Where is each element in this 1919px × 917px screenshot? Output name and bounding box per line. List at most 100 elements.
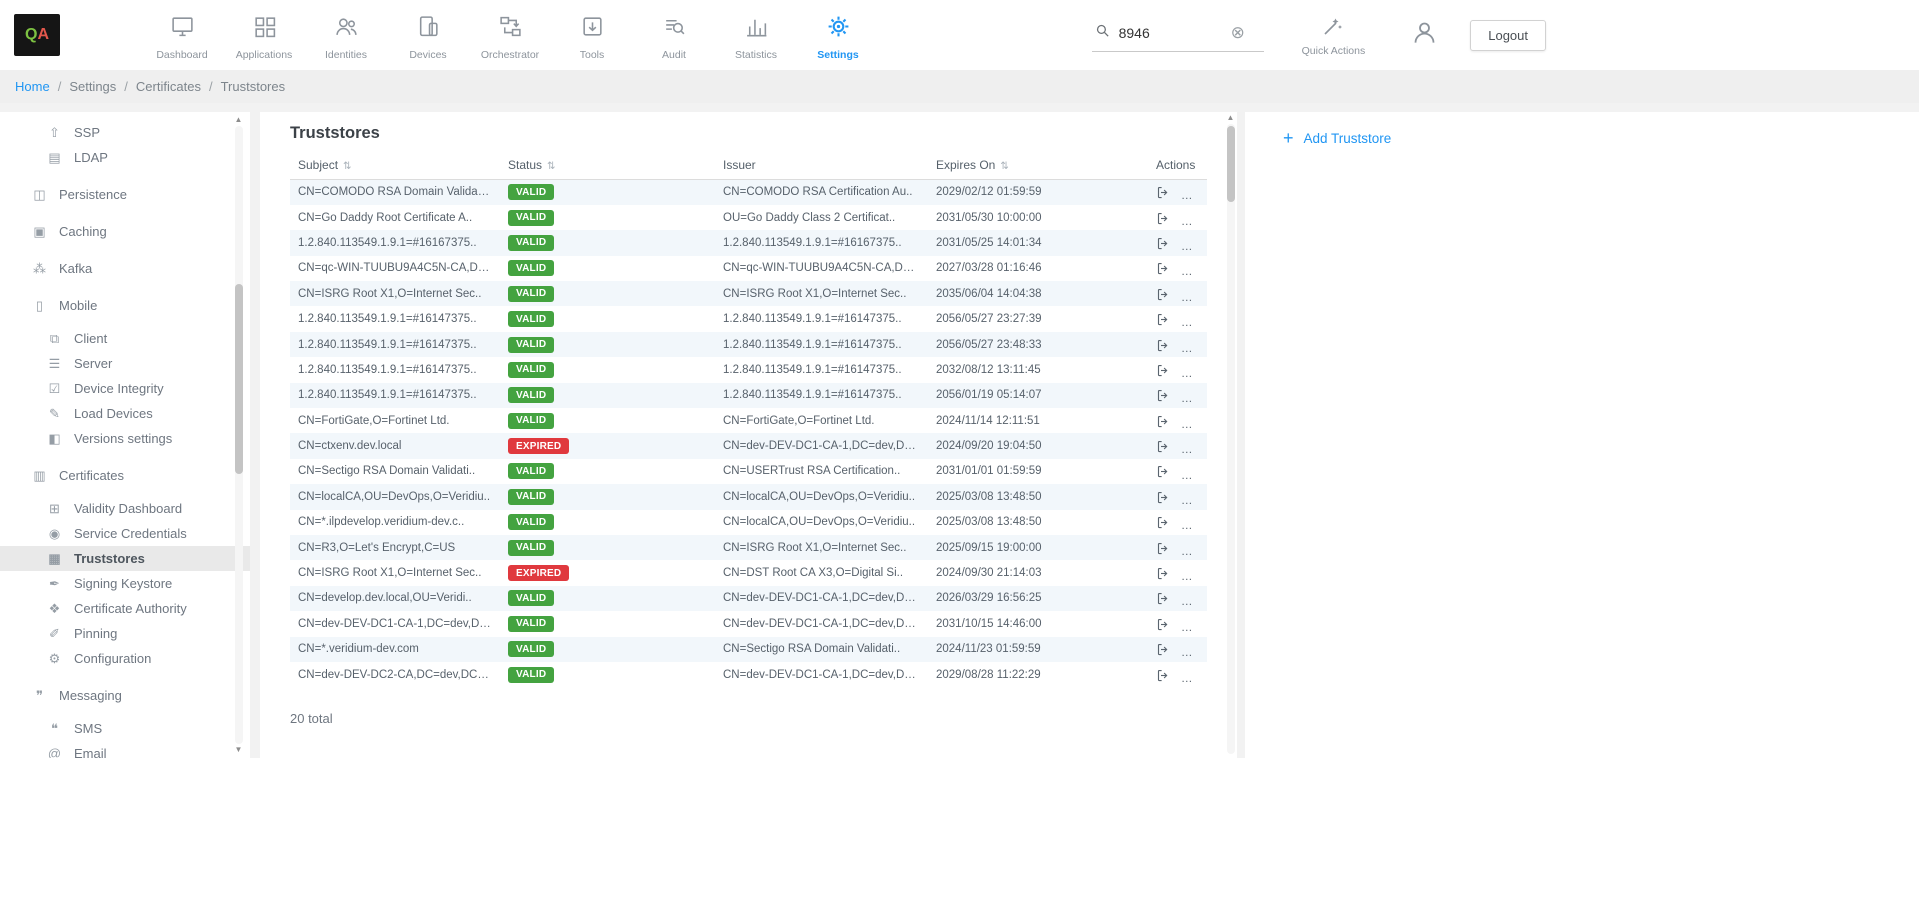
topnav-item-dashboard[interactable]: Dashboard (141, 10, 223, 61)
table-row[interactable]: CN=develop.dev.local,OU=Veridi..VALIDCN=… (290, 586, 1207, 611)
column-header-expires-on[interactable]: Expires On⇅ (928, 151, 1148, 180)
export-button[interactable] (1156, 387, 1171, 403)
sidebar-item-email[interactable]: @Email (0, 741, 250, 758)
export-button[interactable] (1156, 489, 1171, 505)
sidebar-item-certificates[interactable]: ▥Certificates (0, 463, 250, 488)
table-row[interactable]: 1.2.840.113549.1.9.1=#16147375..VALID1.2… (290, 383, 1207, 408)
search-input[interactable] (1119, 25, 1223, 41)
table-row[interactable]: CN=FortiGate,O=Fortinet Ltd.VALIDCN=Fort… (290, 408, 1207, 433)
export-button[interactable] (1156, 337, 1171, 353)
export-button[interactable] (1156, 413, 1171, 429)
topnav-item-devices[interactable]: Devices (387, 10, 469, 61)
export-button[interactable] (1156, 260, 1171, 276)
topnav-item-orchestrator[interactable]: Orchestrator (469, 10, 551, 61)
table-row[interactable]: CN=COMODO RSA Domain Validatio..VALIDCN=… (290, 180, 1207, 205)
add-truststore-button[interactable]: + Add Truststore (1283, 129, 1391, 147)
breadcrumb-item-settings[interactable]: Settings (69, 79, 116, 94)
main-scroll-track[interactable] (1227, 124, 1235, 754)
export-button[interactable] (1156, 464, 1171, 480)
topnav-item-statistics[interactable]: Statistics (715, 10, 797, 61)
table-row[interactable]: CN=ctxenv.dev.localEXPIREDCN=dev-DEV-DC1… (290, 433, 1207, 458)
table-row[interactable]: CN=Sectigo RSA Domain Validati..VALIDCN=… (290, 459, 1207, 484)
export-button[interactable] (1156, 514, 1171, 530)
topnav-item-audit[interactable]: Audit (633, 10, 715, 61)
sidebar-item-versions-settings[interactable]: ◧Versions settings (0, 426, 250, 451)
sidebar-scroll-track[interactable] (235, 126, 243, 744)
clear-search-icon[interactable]: ⊗ (1231, 24, 1245, 41)
sidebar-item-caching[interactable]: ▣Caching (0, 219, 250, 244)
scroll-up-arrow[interactable]: ▲ (235, 116, 243, 124)
sidebar-item-configuration[interactable]: ⚙Configuration (0, 646, 250, 671)
sidebar-item-kafka[interactable]: ⁂Kafka (0, 256, 250, 281)
table-row[interactable]: CN=*.ilpdevelop.veridium-dev.c..VALIDCN=… (290, 510, 1207, 535)
breadcrumb-item-certificates[interactable]: Certificates (136, 79, 201, 94)
sidebar-item-service-credentials[interactable]: ◉Service Credentials (0, 521, 250, 546)
topnav-item-identities[interactable]: Identities (305, 10, 387, 61)
column-header-actions: Actions (1148, 151, 1207, 180)
sidebar-item-ldap[interactable]: ▤LDAP (0, 145, 250, 170)
status-cell: VALID (500, 611, 715, 636)
table-row[interactable]: CN=ISRG Root X1,O=Internet Sec..EXPIREDC… (290, 560, 1207, 585)
sidebar-item-persistence[interactable]: ◫Persistence (0, 182, 250, 207)
export-button[interactable] (1156, 235, 1171, 251)
sidebar-item-server[interactable]: ☰Server (0, 351, 250, 376)
table-row[interactable]: CN=*.veridium-dev.comVALIDCN=Sectigo RSA… (290, 637, 1207, 662)
table-row[interactable]: CN=R3,O=Let's Encrypt,C=USVALIDCN=ISRG R… (290, 535, 1207, 560)
sidebar-item-load-devices[interactable]: ✎Load Devices (0, 401, 250, 426)
sidebar-scrollbar-thumb[interactable] (235, 284, 243, 474)
table-row[interactable]: CN=dev-DEV-DC2-CA,DC=dev,DC=lo..VALIDCN=… (290, 662, 1207, 687)
sidebar-item-certificate-authority[interactable]: ❖Certificate Authority (0, 596, 250, 621)
issuer-cell: CN=ISRG Root X1,O=Internet Sec.. (715, 281, 928, 306)
column-header-status[interactable]: Status⇅ (500, 151, 715, 180)
sidebar-item-signing-keystore[interactable]: ✒Signing Keystore (0, 571, 250, 596)
user-icon[interactable] (1411, 19, 1438, 51)
export-button[interactable] (1156, 540, 1171, 556)
sidebar-item-sms[interactable]: ❝SMS (0, 716, 250, 741)
export-button[interactable] (1156, 362, 1171, 378)
column-header-issuer: Issuer (715, 151, 928, 180)
topnav-item-tools[interactable]: Tools (551, 10, 633, 61)
table-row[interactable]: 1.2.840.113549.1.9.1=#16147375..VALID1.2… (290, 306, 1207, 331)
export-button[interactable] (1156, 667, 1171, 683)
table-row[interactable]: 1.2.840.113549.1.9.1=#16167375..VALID1.2… (290, 230, 1207, 255)
table-row[interactable]: CN=localCA,OU=DevOps,O=Veridiu..VALIDCN=… (290, 484, 1207, 509)
export-button[interactable] (1156, 565, 1171, 581)
main-scroll-up-arrow[interactable]: ▲ (1227, 114, 1235, 122)
export-button[interactable] (1156, 210, 1171, 226)
breadcrumb-item-home[interactable]: Home (15, 79, 50, 94)
export-button[interactable] (1156, 184, 1171, 200)
sidebar-item-label: Email (74, 746, 107, 758)
sidebar-item-messaging[interactable]: ❞Messaging (0, 683, 250, 708)
table-row[interactable]: 1.2.840.113549.1.9.1=#16147375..VALID1.2… (290, 332, 1207, 357)
topnav-item-settings[interactable]: Settings (797, 10, 879, 61)
sidebar-item-ssp[interactable]: ⇧SSP (0, 120, 250, 145)
export-button[interactable] (1156, 641, 1171, 657)
export-button[interactable] (1156, 286, 1171, 302)
table-row[interactable]: 1.2.840.113549.1.9.1=#16147375..VALID1.2… (290, 357, 1207, 382)
scroll-down-arrow[interactable]: ▼ (235, 746, 243, 754)
quick-actions-button[interactable]: Quick Actions (1302, 14, 1366, 57)
table-row[interactable]: CN=qc-WIN-TUUBU9A4C5N-CA,DC=qc..VALIDCN=… (290, 256, 1207, 281)
column-header-subject[interactable]: Subject⇅ (290, 151, 500, 180)
sidebar-item-client[interactable]: ⧉Client (0, 326, 250, 351)
breadcrumb-item-truststores[interactable]: Truststores (221, 79, 286, 94)
topnav-item-applications[interactable]: Applications (223, 10, 305, 61)
export-button[interactable] (1156, 438, 1171, 454)
table-row[interactable]: CN=dev-DEV-DC1-CA-1,DC=dev,DC=..VALIDCN=… (290, 611, 1207, 636)
app-logo[interactable]: QA (14, 14, 60, 56)
export-button[interactable] (1156, 311, 1171, 327)
table-row[interactable]: CN=ISRG Root X1,O=Internet Sec..VALIDCN=… (290, 281, 1207, 306)
table-row[interactable]: CN=Go Daddy Root Certificate A..VALIDOU=… (290, 205, 1207, 230)
logout-button[interactable]: Logout (1470, 20, 1546, 51)
export-button[interactable] (1156, 616, 1171, 632)
sidebar-item-truststores[interactable]: ▦Truststores (0, 546, 250, 571)
main-scrollbar-thumb[interactable] (1227, 126, 1235, 202)
sidebar-item-device-integrity[interactable]: ☑Device Integrity (0, 376, 250, 401)
sidebar-item-label: Kafka (59, 261, 92, 276)
main-scrollbar[interactable]: ▲ (1226, 114, 1235, 756)
sidebar-item-validity-dashboard[interactable]: ⊞Validity Dashboard (0, 496, 250, 521)
sidebar-scrollbar[interactable]: ▲ ▼ (234, 116, 243, 754)
sidebar-item-mobile[interactable]: ▯Mobile (0, 293, 250, 318)
sidebar-item-pinning[interactable]: ✐Pinning (0, 621, 250, 646)
export-button[interactable] (1156, 590, 1171, 606)
